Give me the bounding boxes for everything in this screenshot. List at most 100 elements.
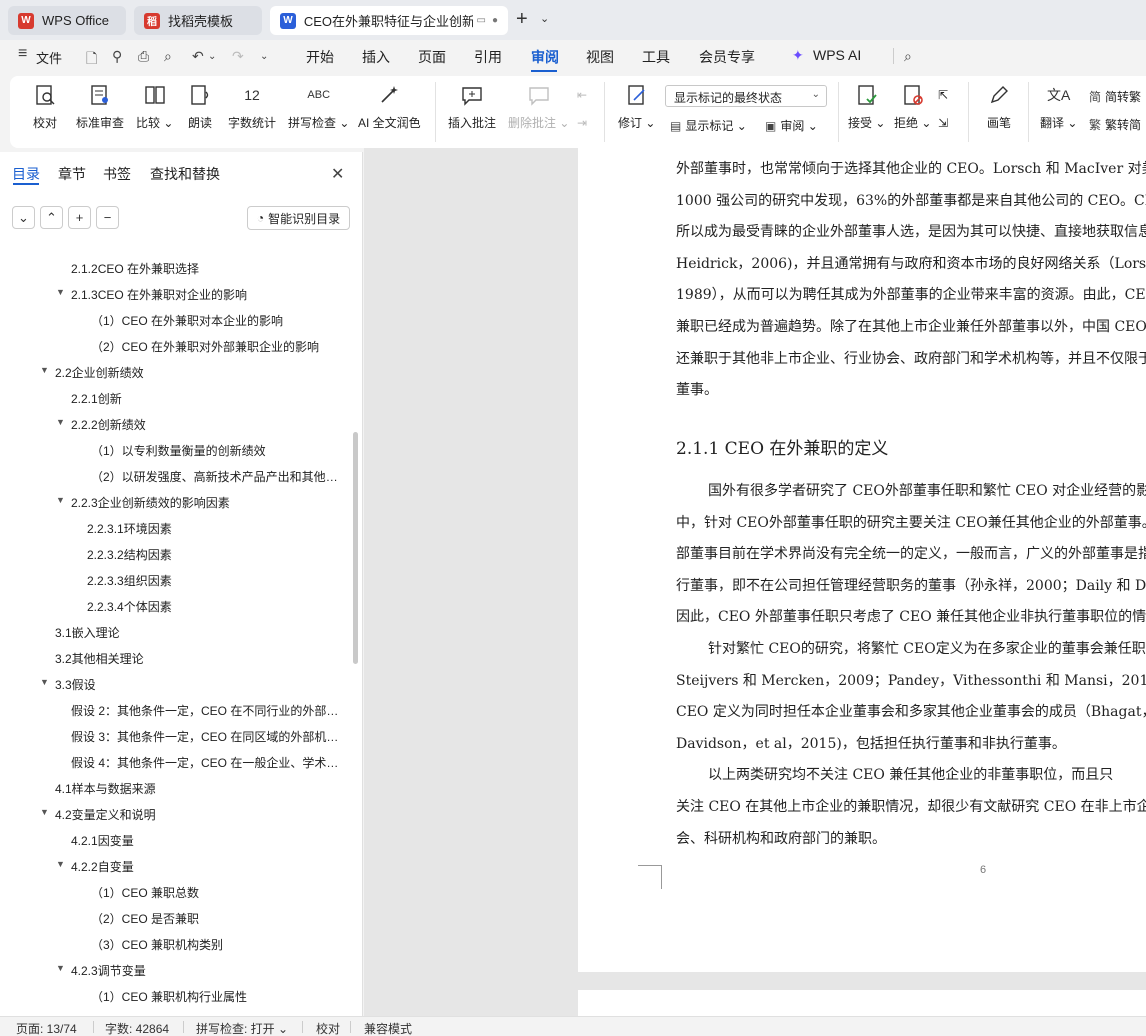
- toc-item[interactable]: 2.1.3CEO 在外兼职对企业的影响: [71, 286, 340, 303]
- expand-arrow-icon[interactable]: ▼: [56, 287, 65, 297]
- accept-button[interactable]: 接受 ⌄: [848, 82, 885, 131]
- toc-item[interactable]: （1）CEO 在外兼职对本企业的影响: [91, 312, 340, 329]
- nav-tab-bookmarks[interactable]: 书签: [103, 164, 131, 184]
- reject-button[interactable]: 拒绝 ⌄: [894, 82, 931, 131]
- remove-heading-button[interactable]: −: [96, 206, 119, 229]
- hamburger-icon[interactable]: ≡: [18, 45, 27, 63]
- smart-toc-button[interactable]: ◔ 智能识别目录: [247, 206, 350, 230]
- expand-arrow-icon[interactable]: ▼: [56, 963, 65, 973]
- redo-icon[interactable]: ↷: [232, 48, 244, 65]
- toc-item[interactable]: 2.2.3企业创新绩效的影响因素: [71, 494, 340, 511]
- document-page[interactable]: 外部董事时，也常常倾向于选择其他企业的 CEO。Lorsch 和 MacIver…: [578, 148, 1146, 972]
- undo-icon[interactable]: ↶: [192, 48, 204, 65]
- tab-document[interactable]: W CEO在外兼职特征与企业创新 ▭ ●: [270, 6, 508, 35]
- collapse-up-button[interactable]: ⌃: [40, 206, 63, 229]
- toc-item[interactable]: 假设 4：其他条件一定，CEO 在一般企业、学术机构和政府部门兼职对企业创新绩效…: [71, 754, 340, 771]
- proof-status[interactable]: 校对: [316, 1020, 340, 1036]
- search-icon[interactable]: ⌕: [904, 48, 912, 65]
- unsaved-dot-icon[interactable]: ●: [492, 15, 498, 26]
- toc-item[interactable]: （1）CEO 兼职总数: [91, 884, 340, 901]
- next-comment-icon[interactable]: ⇥: [577, 116, 587, 130]
- toc-item[interactable]: 2.2.3.4个体因素: [87, 598, 340, 615]
- prev-comment-icon[interactable]: ⇤: [577, 88, 587, 102]
- track-changes-button[interactable]: 修订 ⌄: [618, 82, 655, 131]
- word-count-indicator[interactable]: 字数: 42864: [105, 1020, 169, 1036]
- collapse-down-button[interactable]: ⌄: [12, 206, 35, 229]
- to-simplified-button[interactable]: 繁繁转简: [1089, 116, 1141, 133]
- menu-member[interactable]: 会员专享: [699, 47, 755, 67]
- compare-button[interactable]: 比较 ⌄: [136, 82, 173, 131]
- toc-item[interactable]: （2）CEO 是否兼职: [91, 910, 340, 927]
- toc-item[interactable]: 4.2.2自变量: [71, 858, 340, 875]
- toc-item[interactable]: 3.3假设: [55, 676, 340, 693]
- toc-item[interactable]: 2.2.3.1环境因素: [87, 520, 340, 537]
- print-icon[interactable]: ⎙: [138, 48, 149, 65]
- add-heading-button[interactable]: +: [68, 206, 91, 229]
- more-chevron-icon[interactable]: ⌄: [260, 51, 268, 62]
- print-preview-icon[interactable]: ⌕: [164, 48, 172, 65]
- insert-comment-button[interactable]: 插入批注: [448, 82, 496, 131]
- toc-item[interactable]: 4.2.1因变量: [71, 832, 340, 849]
- translate-button[interactable]: 文A 翻译 ⌄: [1040, 82, 1077, 131]
- nav-tab-chapters[interactable]: 章节: [58, 164, 86, 184]
- toc-item[interactable]: （2）CEO 在外兼职对外部兼职企业的影响: [91, 338, 340, 355]
- tab-list-chevron-icon[interactable]: ⌄: [540, 12, 549, 25]
- toc-item[interactable]: 2.1.2CEO 在外兼职选择: [71, 260, 340, 277]
- toc-item[interactable]: 3.2其他相关理论: [55, 650, 340, 667]
- standard-review-button[interactable]: 标准审查: [76, 82, 124, 131]
- share-icon[interactable]: ⚲: [112, 48, 122, 65]
- word-count-button[interactable]: 12 字数统计: [228, 82, 276, 131]
- toc-item[interactable]: 4.2变量定义和说明: [55, 806, 340, 823]
- toc-item[interactable]: （2）以研发强度、高新技术产品产出和其他综合指标衡量的创新绩效: [91, 468, 340, 485]
- tab-wps-office[interactable]: W WPS Office: [8, 6, 126, 35]
- read-aloud-button[interactable]: 朗读: [187, 82, 213, 131]
- delete-comment-button[interactable]: 删除批注 ⌄: [508, 82, 569, 131]
- new-tab-icon[interactable]: +: [516, 8, 528, 31]
- nav-tab-toc[interactable]: 目录: [12, 164, 40, 184]
- menu-start[interactable]: 开始: [306, 47, 334, 67]
- menu-file[interactable]: 文件: [36, 48, 62, 67]
- close-icon[interactable]: ✕: [331, 164, 344, 184]
- toc-scrollbar[interactable]: [353, 432, 358, 664]
- toc-item[interactable]: 4.2.3调节变量: [71, 962, 340, 979]
- to-traditional-button[interactable]: 简简转繁: [1089, 88, 1141, 105]
- ai-polish-button[interactable]: AI 全文润色: [358, 82, 421, 131]
- prev-change-icon[interactable]: ⇱: [938, 88, 948, 102]
- markup-display-select[interactable]: 显示标记的最终状态 ⌄: [665, 85, 827, 107]
- toc-item[interactable]: （3）CEO 兼职机构类别: [91, 936, 340, 953]
- toc-item[interactable]: 3.1嵌入理论: [55, 624, 340, 641]
- menu-view[interactable]: 视图: [586, 47, 614, 67]
- menu-page[interactable]: 页面: [418, 47, 446, 67]
- toc-item[interactable]: 假设 2：其他条件一定，CEO 在不同行业的外部兼职数量越多，企业创新绩效越好: [71, 702, 340, 719]
- menu-reference[interactable]: 引用: [474, 47, 502, 67]
- toc-item[interactable]: 4.1样本与数据来源: [55, 780, 340, 797]
- toc-item[interactable]: 2.2.3.2结构因素: [87, 546, 340, 563]
- expand-arrow-icon[interactable]: ▼: [40, 677, 49, 687]
- spell-check-status[interactable]: 拼写检查: 打开 ⌄: [196, 1020, 288, 1036]
- tab-template[interactable]: 稻 找稻壳模板: [134, 6, 262, 35]
- nav-tab-find-replace[interactable]: 查找和替换: [150, 164, 220, 184]
- expand-arrow-icon[interactable]: ▼: [56, 859, 65, 869]
- toc-item[interactable]: （1）以专利数量衡量的创新绩效: [91, 442, 340, 459]
- toc-item[interactable]: 2.2.3.3组织因素: [87, 572, 340, 589]
- proofread-button[interactable]: 校对: [32, 82, 58, 131]
- expand-arrow-icon[interactable]: ▼: [56, 495, 65, 505]
- toc-item[interactable]: （1）CEO 兼职机构行业属性: [91, 988, 340, 1005]
- next-page[interactable]: [578, 990, 1146, 1016]
- toc-item[interactable]: 2.2.1创新: [71, 390, 340, 407]
- page-indicator[interactable]: 页面: 13/74: [16, 1020, 77, 1036]
- expand-arrow-icon[interactable]: ▼: [56, 417, 65, 427]
- expand-arrow-icon[interactable]: ▼: [40, 365, 49, 375]
- save-icon[interactable]: 🗋: [86, 48, 97, 72]
- toc-item[interactable]: 2.2.2创新绩效: [71, 416, 340, 433]
- menu-wps-ai[interactable]: WPS AI: [813, 47, 861, 63]
- spell-check-button[interactable]: ABC 拼写检查 ⌄: [288, 82, 349, 131]
- toc-item[interactable]: 假设 3：其他条件一定，CEO 在同区域的外部机构兼职数量越多，企业创新绩效越好: [71, 728, 340, 745]
- show-markup-button[interactable]: ▤ 显示标记 ⌄: [670, 117, 747, 134]
- menu-insert[interactable]: 插入: [362, 47, 390, 67]
- review-pane-button[interactable]: ▣ 审阅 ⌄: [765, 117, 818, 134]
- next-change-icon[interactable]: ⇲: [938, 116, 948, 130]
- undo-chevron-icon[interactable]: ⌄: [208, 51, 216, 62]
- menu-review[interactable]: 审阅: [531, 47, 559, 67]
- expand-arrow-icon[interactable]: ▼: [40, 807, 49, 817]
